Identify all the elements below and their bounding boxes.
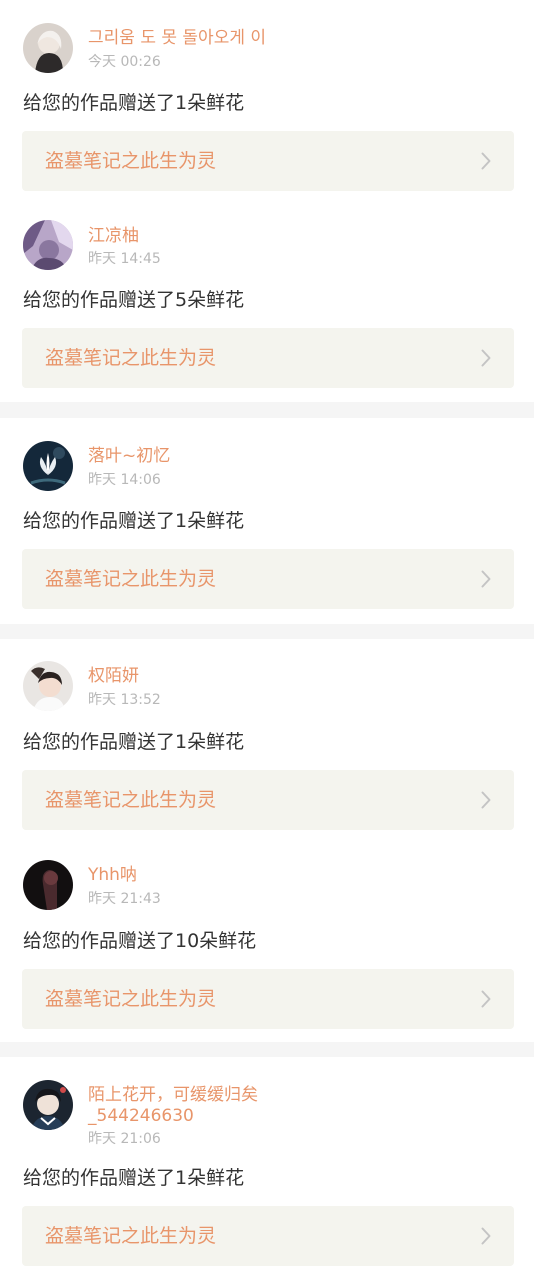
username[interactable]: 그리움 도 못 돌아오게 이 <box>88 28 508 49</box>
avatar-girl-white-hair-icon[interactable] <box>23 23 73 73</box>
username[interactable]: Yhh呐 <box>88 865 508 886</box>
avatar-purple-anime-icon[interactable] <box>23 220 73 270</box>
work-link-card[interactable]: 盗墓笔记之此生为灵 <box>22 969 514 1029</box>
gift-message: 给您的作品赠送了1朵鲜花 <box>23 92 245 114</box>
timestamp: 昨天 21:43 <box>88 891 161 907</box>
chevron-right-icon <box>481 570 491 588</box>
avatar-anime-boy-icon[interactable] <box>23 1080 73 1130</box>
work-link-card[interactable]: 盗墓笔记之此生为灵 <box>22 1206 514 1266</box>
work-title: 盗墓笔记之此生为灵 <box>45 1225 217 1247</box>
timestamp: 昨天 13:52 <box>88 692 161 708</box>
gift-message: 给您的作品赠送了1朵鲜花 <box>23 731 245 753</box>
section-divider <box>0 1042 534 1057</box>
gift-message: 给您的作品赠送了1朵鲜花 <box>23 1167 245 1189</box>
work-title: 盗墓笔记之此生为灵 <box>45 789 217 811</box>
notification-item: 权陌妍 昨天 13:52 给您的作品赠送了1朵鲜花 盗墓笔记之此生为灵 <box>0 639 534 837</box>
avatar-dark-silhouette-icon[interactable] <box>23 860 73 910</box>
chevron-right-icon <box>481 349 491 367</box>
section-divider <box>0 402 534 418</box>
username[interactable]: 权陌妍 <box>88 666 508 687</box>
notification-item: 陌上花开，可缓缓归矣 _544246630 昨天 21:06 给您的作品赠送了1… <box>0 1057 534 1280</box>
username[interactable]: 落叶~初忆 <box>88 446 508 467</box>
timestamp: 昨天 21:06 <box>88 1131 161 1147</box>
gift-notification-feed: 그리움 도 못 돌아오게 이 今天 00:26 给您的作品赠送了1朵鲜花 盗墓笔… <box>0 0 534 1280</box>
work-title: 盗墓笔记之此生为灵 <box>45 568 217 590</box>
work-link-card[interactable]: 盗墓笔记之此生为灵 <box>22 549 514 609</box>
notification-item: 江凉柚 昨天 14:45 给您的作品赠送了5朵鲜花 盗墓笔记之此生为灵 <box>0 206 534 402</box>
work-title: 盗墓笔记之此生为灵 <box>45 347 217 369</box>
gift-message: 给您的作品赠送了1朵鲜花 <box>23 510 245 532</box>
work-link-card[interactable]: 盗墓笔记之此生为灵 <box>22 328 514 388</box>
chevron-right-icon <box>481 152 491 170</box>
work-link-card[interactable]: 盗墓笔记之此生为灵 <box>22 131 514 191</box>
work-title: 盗墓笔记之此生为灵 <box>45 988 217 1010</box>
timestamp: 昨天 14:06 <box>88 472 161 488</box>
work-title: 盗墓笔记之此生为灵 <box>45 150 217 172</box>
timestamp: 昨天 14:45 <box>88 251 161 267</box>
work-link-card[interactable]: 盗墓笔记之此生为灵 <box>22 770 514 830</box>
notification-item: 落叶~初忆 昨天 14:06 给您的作品赠送了1朵鲜花 盗墓笔记之此生为灵 <box>0 418 534 624</box>
avatar-girl-photo-icon[interactable] <box>23 661 73 711</box>
chevron-right-icon <box>481 791 491 809</box>
section-divider <box>0 624 534 639</box>
timestamp: 今天 00:26 <box>88 54 161 70</box>
gift-message: 给您的作品赠送了5朵鲜花 <box>23 289 245 311</box>
username[interactable]: 江凉柚 <box>88 226 508 247</box>
gift-message: 给您的作品赠送了10朵鲜花 <box>23 930 257 952</box>
notification-item: Yhh呐 昨天 21:43 给您的作品赠送了10朵鲜花 盗墓笔记之此生为灵 <box>0 837 534 1042</box>
chevron-right-icon <box>481 990 491 1008</box>
chevron-right-icon <box>481 1227 491 1245</box>
notification-item: 그리움 도 못 돌아오게 이 今天 00:26 给您的作品赠送了1朵鲜花 盗墓笔… <box>0 0 534 206</box>
username[interactable]: 陌上花开，可缓缓归矣 _544246630 <box>88 1085 508 1127</box>
avatar-lotus-icon[interactable] <box>23 441 73 491</box>
